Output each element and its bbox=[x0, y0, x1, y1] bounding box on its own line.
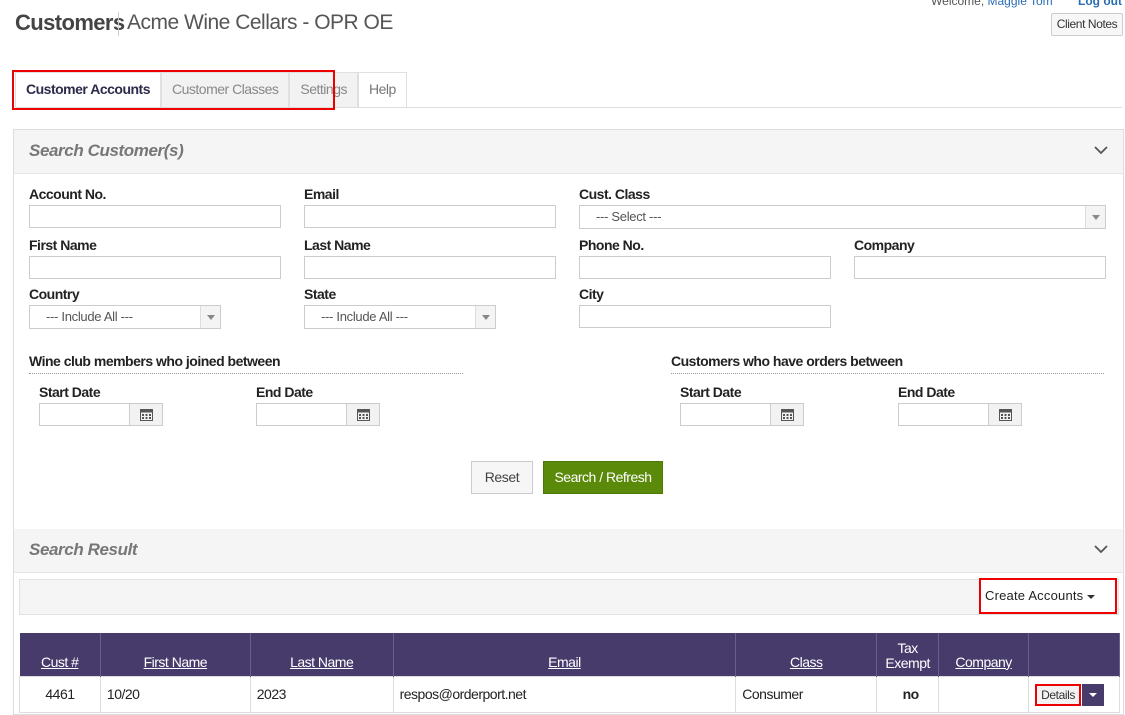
orders-group-title: Customers who have orders between bbox=[671, 353, 1104, 374]
page-title: Customers bbox=[15, 10, 125, 35]
welcome-text: Welcome, bbox=[931, 0, 985, 8]
results-table: Cust # First Name Last Name Email Class … bbox=[19, 633, 1120, 713]
wine-club-start-input[interactable] bbox=[39, 403, 163, 426]
email-input[interactable] bbox=[304, 205, 556, 228]
orders-end-label: End Date bbox=[898, 384, 955, 400]
cell-cust-no: 4461 bbox=[19, 675, 101, 713]
wine-club-start-label: Start Date bbox=[39, 384, 101, 400]
chevron-down-icon bbox=[1085, 206, 1105, 228]
chevron-down-icon[interactable] bbox=[1093, 142, 1109, 158]
reset-button[interactable]: Reset bbox=[471, 461, 533, 494]
calendar-button[interactable] bbox=[129, 403, 163, 426]
results-panel-header[interactable]: Search Result bbox=[14, 529, 1123, 573]
user-name-link[interactable]: Maggie Tom bbox=[988, 0, 1053, 8]
col-last-name[interactable]: Last Name bbox=[250, 633, 394, 676]
orders-start-label: Start Date bbox=[680, 384, 742, 400]
chevron-down-icon bbox=[200, 306, 220, 328]
logout-link[interactable]: Log out bbox=[1078, 0, 1122, 8]
page-subtitle: Acme Wine Cellars - OPR OE bbox=[127, 11, 393, 34]
calendar-button[interactable] bbox=[770, 403, 804, 426]
last-name-label: Last Name bbox=[304, 237, 371, 253]
cust-class-selected: --- Select --- bbox=[596, 209, 662, 224]
country-label: Country bbox=[29, 286, 80, 302]
tabs-underline bbox=[15, 107, 1122, 108]
calendar-button[interactable] bbox=[988, 403, 1022, 426]
wine-club-group-title: Wine club members who joined between bbox=[29, 353, 463, 374]
company-input[interactable] bbox=[854, 256, 1106, 279]
search-panel-title: Search Customer(s) bbox=[29, 141, 184, 160]
client-notes-button[interactable]: Client Notes bbox=[1051, 13, 1123, 36]
account-no-label: Account No. bbox=[29, 186, 106, 202]
table-header-row: Cust # First Name Last Name Email Class … bbox=[19, 633, 1120, 676]
search-panel-header[interactable]: Search Customer(s) bbox=[14, 130, 1123, 174]
create-accounts-button[interactable]: Create Accounts bbox=[979, 578, 1117, 614]
first-name-input[interactable] bbox=[29, 256, 281, 279]
col-tax-exempt: Tax Exempt bbox=[876, 633, 940, 676]
state-label: State bbox=[304, 286, 336, 302]
col-company[interactable]: Company bbox=[938, 633, 1030, 676]
tab-customer-accounts[interactable]: Customer Accounts bbox=[15, 72, 162, 108]
orders-end-input[interactable] bbox=[898, 403, 1022, 426]
calendar-icon bbox=[357, 409, 370, 421]
phone-no-input[interactable] bbox=[579, 256, 831, 279]
details-dropdown-toggle[interactable] bbox=[1082, 683, 1105, 706]
tab-settings[interactable]: Settings bbox=[289, 72, 358, 108]
cell-email: respos@orderport.net bbox=[392, 675, 737, 713]
phone-no-label: Phone No. bbox=[579, 237, 644, 253]
calendar-icon bbox=[999, 409, 1012, 421]
chevron-down-icon bbox=[475, 306, 495, 328]
details-button[interactable]: Details bbox=[1035, 683, 1082, 706]
calendar-icon bbox=[781, 409, 794, 421]
results-panel-title: Search Result bbox=[29, 540, 138, 559]
tab-customer-classes[interactable]: Customer Classes bbox=[161, 72, 290, 108]
results-toolbar bbox=[19, 579, 1119, 615]
last-name-input[interactable] bbox=[304, 256, 556, 279]
cell-last-name: 2023 bbox=[249, 675, 394, 713]
state-select[interactable]: --- Include All --- bbox=[304, 305, 496, 329]
country-select[interactable]: --- Include All --- bbox=[29, 305, 221, 329]
cell-company bbox=[938, 675, 1030, 713]
cust-class-label: Cust. Class bbox=[579, 186, 650, 202]
account-no-input[interactable] bbox=[29, 205, 281, 228]
cell-first-name: 10/20 bbox=[99, 675, 251, 713]
email-label: Email bbox=[304, 186, 339, 202]
orders-start-input[interactable] bbox=[680, 403, 804, 426]
title-divider bbox=[118, 12, 119, 36]
caret-down-icon bbox=[1087, 594, 1096, 599]
col-first-name[interactable]: First Name bbox=[100, 633, 251, 676]
table-row: 4461 10/20 2023 respos@orderport.net Con… bbox=[19, 675, 1120, 713]
cell-class: Consumer bbox=[735, 675, 878, 713]
col-email[interactable]: Email bbox=[393, 633, 737, 676]
create-accounts-label: Create Accounts bbox=[985, 588, 1084, 603]
tab-help[interactable]: Help bbox=[357, 72, 407, 108]
col-class[interactable]: Class bbox=[735, 633, 878, 676]
welcome-bar: Welcome, Maggie Tom Log out bbox=[931, 0, 1122, 8]
chevron-down-icon[interactable] bbox=[1093, 541, 1109, 557]
col-cust-no[interactable]: Cust # bbox=[19, 633, 101, 676]
tab-bar: Customer Accounts Customer Classes Setti… bbox=[15, 72, 407, 108]
cell-tax-exempt: no bbox=[876, 675, 940, 713]
col-actions bbox=[1028, 633, 1120, 676]
calendar-button[interactable] bbox=[346, 403, 380, 426]
cust-class-select[interactable]: --- Select --- bbox=[579, 205, 1106, 229]
first-name-label: First Name bbox=[29, 237, 97, 253]
calendar-icon bbox=[140, 409, 153, 421]
wine-club-end-label: End Date bbox=[256, 384, 313, 400]
search-refresh-button[interactable]: Search / Refresh bbox=[543, 461, 663, 494]
country-selected: --- Include All --- bbox=[46, 309, 133, 324]
company-label: Company bbox=[854, 237, 915, 253]
city-label: City bbox=[579, 286, 604, 302]
state-selected: --- Include All --- bbox=[321, 309, 408, 324]
city-input[interactable] bbox=[579, 305, 831, 328]
wine-club-end-input[interactable] bbox=[256, 403, 380, 426]
cell-actions: Details bbox=[1028, 675, 1120, 713]
